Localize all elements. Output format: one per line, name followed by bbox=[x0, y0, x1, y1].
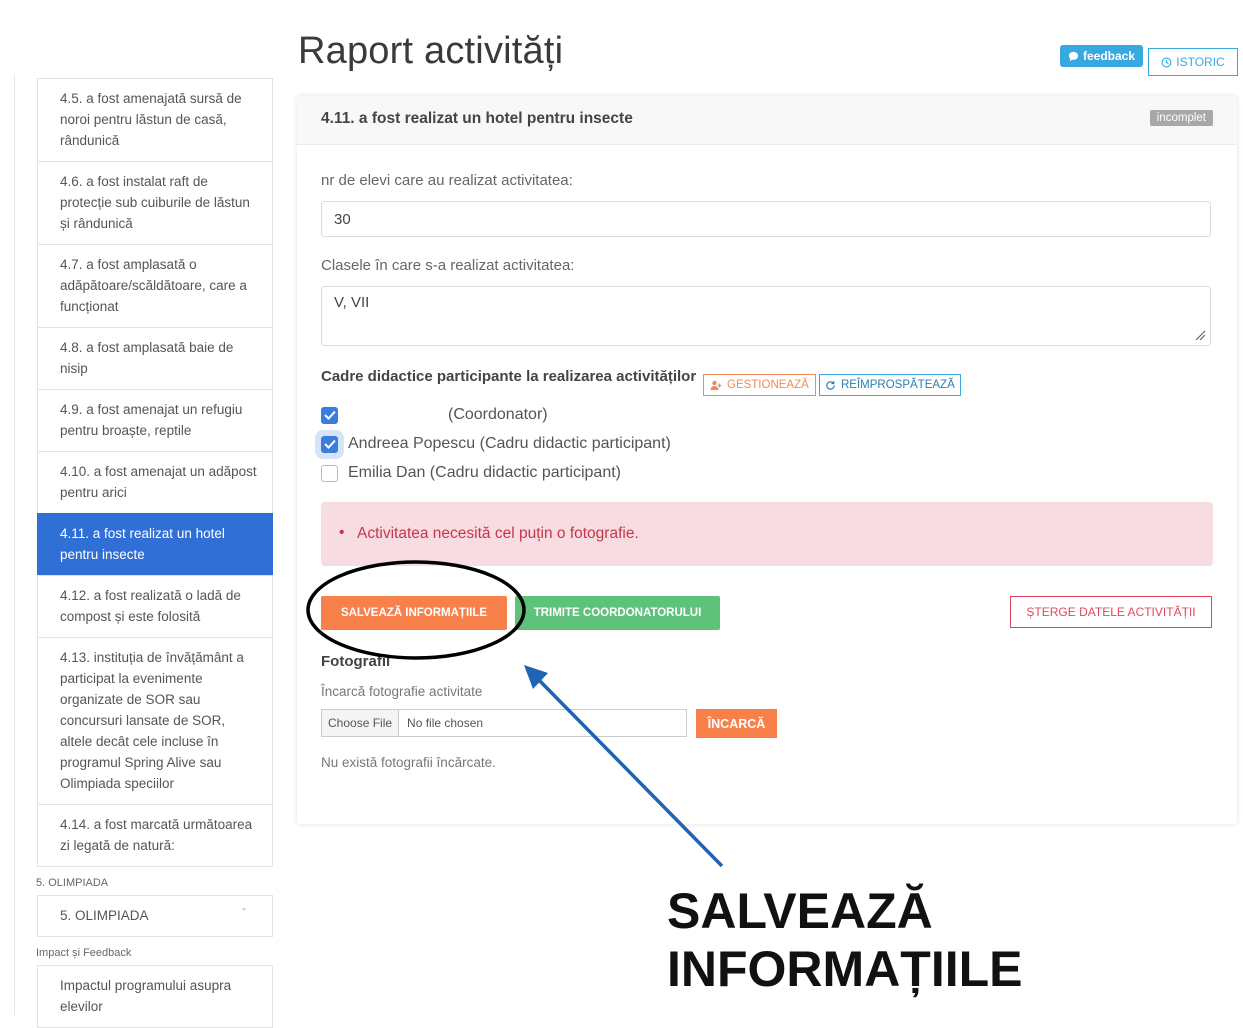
teacher-row: (Coordonator) bbox=[321, 406, 548, 424]
teachers-title: Cadre didactice participante la realizar… bbox=[321, 368, 697, 385]
sidebar-item[interactable]: 4.12. a fost realizată o ladă de compost… bbox=[37, 575, 273, 637]
card-title: 4.11. a fost realizat un hotel pentru in… bbox=[321, 110, 633, 127]
error-message: Activitatea necesită cel puțin o fotogra… bbox=[339, 524, 639, 543]
sidebar-item[interactable]: 4.8. a fost amplasată baie de nisip bbox=[37, 327, 273, 389]
sidebar-group-label: 5. OLIMPIADA bbox=[36, 877, 109, 889]
manage-label: GESTIONEAZĂ bbox=[727, 379, 809, 391]
sidebar: 4.5. a fost amenajată sursă de noroi pen… bbox=[36, 78, 273, 1028]
photos-subtitle: Încarcă fotografie activitate bbox=[321, 684, 483, 699]
upload-button[interactable]: ÎNCARCĂ bbox=[696, 709, 777, 738]
students-input[interactable]: 30 bbox=[321, 201, 1211, 237]
activity-card: 4.11. a fost realizat un hotel pentru in… bbox=[297, 96, 1237, 824]
file-name: No file chosen bbox=[407, 716, 484, 730]
sidebar-item-active[interactable]: 4.11. a fost realizat un hotel pentru in… bbox=[37, 513, 273, 575]
dash-icon: - bbox=[242, 901, 246, 915]
sidebar-item[interactable]: 4.6. a fost instalat raft de protecție s… bbox=[37, 161, 273, 244]
teacher-checkbox[interactable] bbox=[321, 464, 338, 482]
classes-textarea[interactable]: V, VII bbox=[321, 286, 1211, 346]
check-icon bbox=[323, 410, 336, 420]
istoric-label: ISTORIC bbox=[1176, 55, 1225, 69]
refresh-icon bbox=[826, 380, 835, 390]
teacher-label: (Coordonator) bbox=[448, 406, 548, 423]
sidebar-item[interactable]: 4.10. a fost amenajat un adăpost pentru … bbox=[37, 451, 273, 513]
status-badge: incomplet bbox=[1149, 110, 1213, 126]
istoric-button[interactable]: ISTORIC bbox=[1148, 48, 1238, 76]
teacher-row: Andreea Popescu (Cadru didactic particip… bbox=[321, 435, 671, 453]
teacher-checkbox[interactable] bbox=[321, 435, 338, 453]
caption-line-1: SALVEAZĂ bbox=[667, 883, 933, 939]
sidebar-item[interactable]: 4.14. a fost marcată următoarea zi legat… bbox=[37, 804, 273, 867]
sidebar-item[interactable]: 4.5. a fost amenajată sursă de noroi pen… bbox=[37, 78, 273, 161]
chat-bubble-icon bbox=[1068, 51, 1079, 61]
sidebar-item-label: 5. OLIMPIADA bbox=[60, 908, 149, 923]
choose-file-button[interactable]: Choose File bbox=[322, 710, 400, 736]
no-photos-text: Nu există fotografii încărcate. bbox=[321, 755, 496, 770]
refresh-button[interactable]: REÎMPROSPĂTEAZĂ bbox=[819, 374, 961, 396]
teacher-label: Andreea Popescu (Cadru didactic particip… bbox=[348, 435, 671, 452]
delete-activity-button[interactable]: ȘTERGE DATELE ACTIVITĂȚII bbox=[1010, 596, 1212, 628]
user-add-icon bbox=[710, 380, 722, 390]
left-divider bbox=[14, 75, 15, 1015]
send-to-coordinator-button[interactable]: TRIMITE COORDONATORULUI bbox=[515, 596, 720, 630]
teacher-row: Emilia Dan (Cadru didactic participant) bbox=[321, 464, 621, 482]
teacher-checkbox[interactable] bbox=[321, 406, 338, 424]
students-value: 30 bbox=[334, 210, 351, 228]
annotation-caption: SALVEAZĂ INFORMAȚIILE bbox=[667, 882, 1023, 998]
students-label: nr de elevi care au realizat activitatea… bbox=[321, 172, 573, 189]
feedback-button[interactable]: feedback bbox=[1060, 45, 1144, 67]
page-title: Raport activități bbox=[298, 30, 564, 72]
sidebar-item[interactable]: 4.7. a fost amplasată o adăpătoare/scăld… bbox=[37, 244, 273, 327]
feedback-label: feedback bbox=[1083, 49, 1136, 63]
sidebar-item[interactable]: 4.13. instituția de învățământ a partici… bbox=[37, 637, 273, 804]
card-header: 4.11. a fost realizat un hotel pentru in… bbox=[297, 96, 1237, 145]
error-alert: Activitatea necesită cel puțin o fotogra… bbox=[321, 502, 1213, 566]
file-input[interactable]: Choose File No file chosen bbox=[321, 709, 687, 737]
clock-icon bbox=[1161, 57, 1172, 67]
photos-title: Fotografii bbox=[321, 653, 391, 670]
classes-value: V, VII bbox=[334, 294, 370, 311]
teacher-label: Emilia Dan (Cadru didactic participant) bbox=[348, 464, 621, 481]
manage-button[interactable]: GESTIONEAZĂ bbox=[703, 374, 816, 396]
sidebar-item-olimpiada[interactable]: 5. OLIMPIADA - bbox=[37, 895, 273, 937]
refresh-label: REÎMPROSPĂTEAZĂ bbox=[841, 379, 955, 391]
sidebar-group-label: Impact și Feedback bbox=[36, 947, 132, 959]
save-button[interactable]: SALVEAZĂ INFORMAȚIILE bbox=[321, 596, 507, 630]
resize-handle-icon[interactable] bbox=[1194, 329, 1206, 341]
classes-label: Clasele în care s-a realizat activitatea… bbox=[321, 257, 575, 274]
check-icon bbox=[323, 439, 336, 449]
caption-line-2: INFORMAȚIILE bbox=[667, 941, 1023, 997]
sidebar-item[interactable]: 4.9. a fost amenajat un refugiu pentru b… bbox=[37, 389, 273, 451]
